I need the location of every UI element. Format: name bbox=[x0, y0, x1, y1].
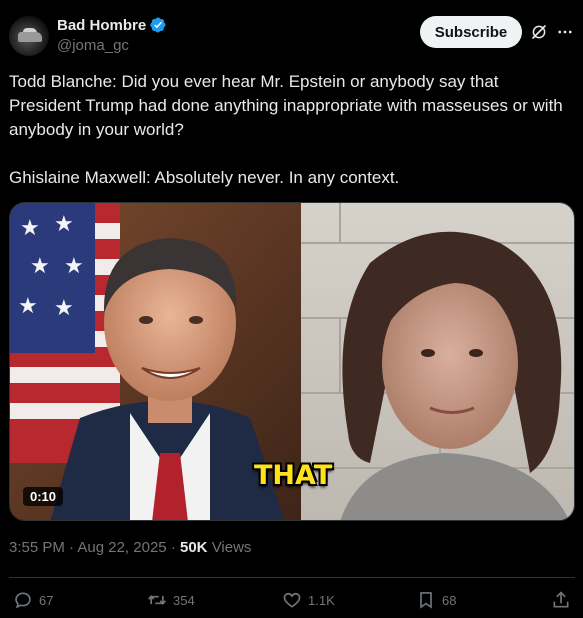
repost-button[interactable]: 354 bbox=[147, 588, 195, 612]
meta-separator: · bbox=[69, 539, 75, 556]
video-player[interactable]: ★ ★ ★ ★ ★ ★ 0:10 THAT bbox=[9, 202, 575, 521]
bookmark-icon bbox=[420, 592, 432, 609]
author-display-name[interactable]: Bad Hombre bbox=[57, 17, 146, 34]
more-icon[interactable] bbox=[556, 23, 574, 41]
views-count: 50K bbox=[179, 539, 208, 556]
tweet-text: Todd Blanche: Did you ever hear Mr. Epst… bbox=[9, 72, 563, 187]
subscribe-button[interactable]: Subscribe bbox=[420, 16, 522, 48]
bookmark-button[interactable]: 68 bbox=[416, 588, 456, 612]
svg-text:★: ★ bbox=[30, 253, 50, 278]
repost-count: 354 bbox=[173, 592, 195, 608]
views-label: Views bbox=[211, 539, 252, 556]
video-caption: THAT bbox=[254, 460, 333, 491]
heart-icon bbox=[283, 592, 301, 608]
avatar-car bbox=[18, 32, 42, 42]
svg-text:★: ★ bbox=[20, 215, 40, 240]
like-count: 1.1K bbox=[308, 592, 335, 608]
repost-icon bbox=[148, 594, 166, 606]
tweet-card: Bad Hombre @joma_gc Subscribe Todd Blanc… bbox=[0, 0, 583, 618]
meta-separator: · bbox=[170, 539, 176, 556]
svg-text:★: ★ bbox=[54, 211, 74, 236]
avatar[interactable] bbox=[9, 16, 49, 56]
svg-text:★: ★ bbox=[54, 295, 74, 320]
verified-badge-icon bbox=[150, 17, 166, 33]
reply-icon bbox=[15, 592, 31, 609]
post-date[interactable]: Aug 22, 2025 bbox=[77, 539, 166, 556]
bookmark-count: 68 bbox=[442, 592, 457, 608]
post-time[interactable]: 3:55 PM bbox=[9, 539, 65, 556]
reply-count: 67 bbox=[39, 592, 54, 608]
video-duration: 0:10 bbox=[23, 487, 64, 506]
like-button[interactable]: 1.1K bbox=[282, 588, 335, 612]
svg-text:★: ★ bbox=[18, 293, 38, 318]
author-handle[interactable]: @joma_gc bbox=[57, 37, 167, 54]
author-block: Bad Hombre @joma_gc bbox=[57, 16, 167, 54]
share-button[interactable] bbox=[551, 588, 577, 612]
share-icon bbox=[553, 591, 569, 608]
tweet-meta: 3:55 PM · Aug 22, 2025 · 50K Views bbox=[9, 539, 251, 556]
svg-text:★: ★ bbox=[64, 253, 84, 278]
divider bbox=[9, 577, 575, 578]
reply-button[interactable]: 67 bbox=[13, 588, 53, 612]
grok-icon[interactable] bbox=[530, 23, 548, 41]
